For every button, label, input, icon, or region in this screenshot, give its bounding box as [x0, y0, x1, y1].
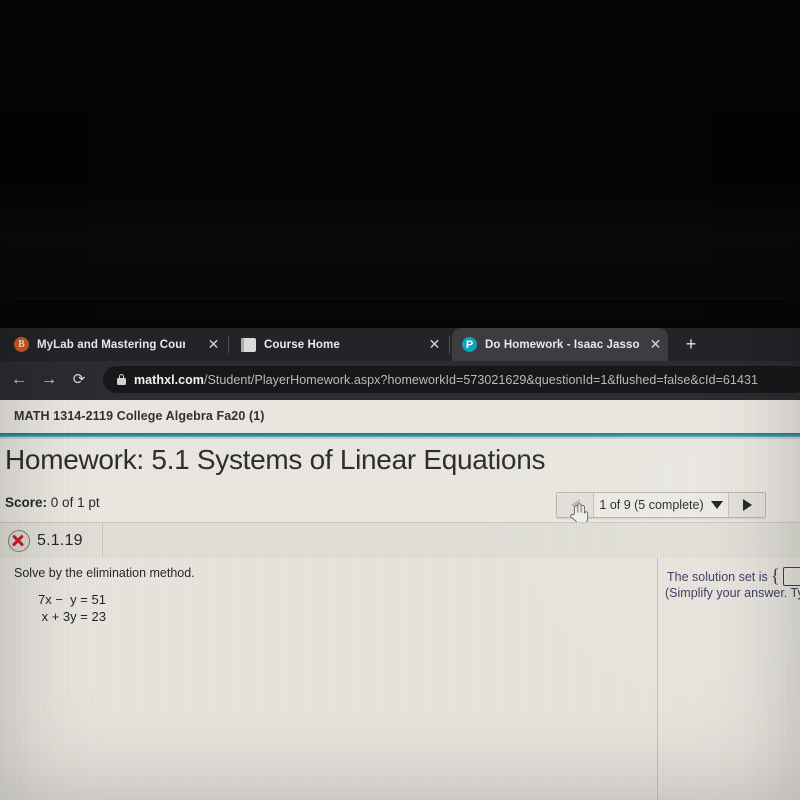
lock-icon: [117, 374, 126, 385]
score-and-pager-row: Score: 0 of 1 pt 1 of 9 (5 complete): [0, 492, 800, 524]
score-label: Score:: [5, 495, 48, 510]
browser-tab-label: MyLab and Mastering Course H: [37, 338, 185, 351]
left-brace: {: [770, 565, 780, 587]
mathxl-page: MATH 1314-2119 College Algebra Fa20 (1) …: [0, 400, 800, 800]
pearson-p-icon: P: [462, 337, 477, 352]
chevron-right-icon: [742, 499, 752, 511]
address-bar[interactable]: mathxl.com/Student/PlayerHomework.aspx?h…: [103, 366, 800, 393]
page-title: Homework: 5.1 Systems of Linear Equation…: [5, 444, 546, 475]
equation-line-2: x + 3y = 23: [38, 609, 106, 624]
problem-status-band: 5.1.19: [0, 522, 800, 560]
incorrect-x-icon: [8, 530, 30, 552]
question-selector-dropdown[interactable]: 1 of 9 (5 complete): [594, 493, 728, 517]
browser-tabstrip: B MyLab and Mastering Course H ✕ Course …: [0, 328, 800, 361]
chevron-left-icon: [570, 499, 580, 511]
screenshot-root: B MyLab and Mastering Course H ✕ Course …: [0, 0, 800, 800]
new-tab-button[interactable]: +: [681, 335, 701, 355]
question-prompt: Solve by the elimination method.: [14, 566, 195, 580]
bezel-seam: [0, 298, 800, 299]
course-title: MATH 1314-2119 College Algebra Fa20 (1): [14, 409, 265, 423]
course-header: MATH 1314-2119 College Algebra Fa20 (1): [0, 400, 800, 432]
tab-close-icon[interactable]: ✕: [205, 336, 222, 353]
tab-close-icon[interactable]: ✕: [426, 336, 443, 353]
url-host: mathxl.com: [134, 372, 204, 387]
next-question-button[interactable]: [728, 493, 765, 517]
previous-question-button[interactable]: [557, 493, 594, 517]
tab-divider: [228, 336, 229, 353]
answer-instructions: (Simplify your answer. Typ: [665, 586, 800, 600]
question-pager: 1 of 9 (5 complete): [556, 492, 766, 518]
tab-close-icon[interactable]: ✕: [647, 336, 664, 353]
mylab-b-icon: B: [14, 337, 29, 352]
browser-tab-label: Course Home: [264, 338, 340, 351]
equation-line-1: 7x − y = 51: [38, 592, 106, 607]
score-display: Score: 0 of 1 pt: [5, 495, 100, 510]
question-progress-label: 1 of 9 (5 complete): [599, 498, 704, 512]
problem-number: 5.1.19: [37, 532, 83, 549]
address-bar-text: mathxl.com/Student/PlayerHomework.aspx?h…: [134, 373, 758, 387]
problem-identifier: 5.1.19: [0, 523, 103, 559]
back-arrow-icon[interactable]: ←: [8, 369, 30, 391]
reload-icon[interactable]: ⟳: [68, 369, 90, 391]
browser-tab-course-home[interactable]: Course Home: [231, 328, 447, 361]
score-value: 0 of 1 pt: [50, 495, 100, 510]
forward-arrow-icon[interactable]: →: [38, 369, 60, 391]
url-path: /Student/PlayerHomework.aspx?homeworkId=…: [203, 372, 758, 387]
browser-tab-do-homework[interactable]: P Do Homework - Isaac Jasso: [452, 328, 668, 361]
browser-tab-mylab[interactable]: B MyLab and Mastering Course H: [4, 328, 226, 361]
monitor-bezel: [0, 0, 800, 328]
accent-divider-shadow: [0, 437, 800, 439]
tab-divider: [449, 336, 450, 353]
browser-chrome: B MyLab and Mastering Course H ✕ Course …: [0, 328, 800, 400]
browser-toolbar: ← → ⟳ mathxl.com/Student/PlayerHomework.…: [0, 361, 800, 400]
question-body: Solve by the elimination method. 7x − y …: [0, 558, 800, 800]
book-icon: [241, 337, 256, 352]
answer-statement-prefix: The solution set is: [667, 569, 768, 584]
answer-statement: The solution set is { } .: [667, 567, 800, 586]
question-answer-divider: [657, 558, 658, 800]
chevron-down-icon: [710, 501, 723, 509]
browser-tab-label: Do Homework - Isaac Jasso: [485, 338, 640, 351]
answer-input[interactable]: [782, 567, 800, 586]
